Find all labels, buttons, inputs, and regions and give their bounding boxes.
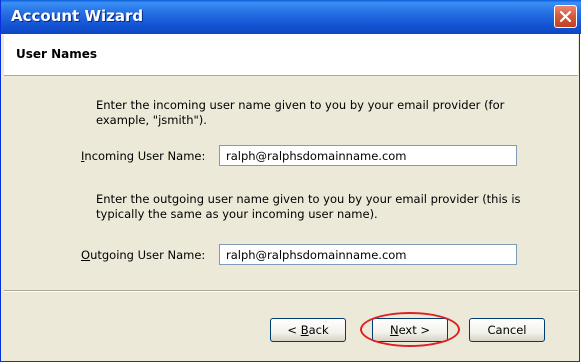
next-text: ext > bbox=[398, 323, 431, 337]
back-prefix: < bbox=[287, 323, 301, 337]
next-accel: N bbox=[389, 323, 399, 337]
outgoing-label-accel: O bbox=[81, 248, 91, 262]
cancel-button[interactable]: Cancel bbox=[469, 318, 545, 342]
page-title: User Names bbox=[16, 47, 98, 61]
close-icon bbox=[559, 10, 572, 23]
outgoing-username-label: Outgoing User Name: bbox=[81, 248, 205, 262]
incoming-username-label: Incoming User Name: bbox=[81, 149, 205, 163]
outgoing-instruction: Enter the outgoing user name given to yo… bbox=[96, 192, 521, 221]
outgoing-username-input[interactable] bbox=[219, 244, 517, 265]
incoming-username-input[interactable] bbox=[219, 145, 517, 166]
next-button[interactable]: Next > bbox=[372, 318, 448, 342]
back-text: ack bbox=[308, 323, 329, 337]
back-accel: B bbox=[300, 323, 309, 337]
window-title: Account Wizard bbox=[11, 7, 144, 25]
incoming-label-text: ncoming User Name: bbox=[84, 149, 206, 163]
button-separator bbox=[4, 290, 578, 292]
wizard-body: Enter the incoming user name given to yo… bbox=[4, 76, 578, 359]
wizard-header: User Names bbox=[4, 34, 578, 76]
close-button[interactable] bbox=[554, 5, 577, 28]
outgoing-label-text: utgoing User Name: bbox=[90, 248, 206, 262]
incoming-instruction: Enter the incoming user name given to yo… bbox=[96, 98, 505, 127]
back-button[interactable]: < Back bbox=[270, 318, 346, 342]
title-bar[interactable]: Account Wizard bbox=[1, 0, 581, 34]
account-wizard-window: Account Wizard User Names Enter the inco… bbox=[0, 0, 581, 362]
